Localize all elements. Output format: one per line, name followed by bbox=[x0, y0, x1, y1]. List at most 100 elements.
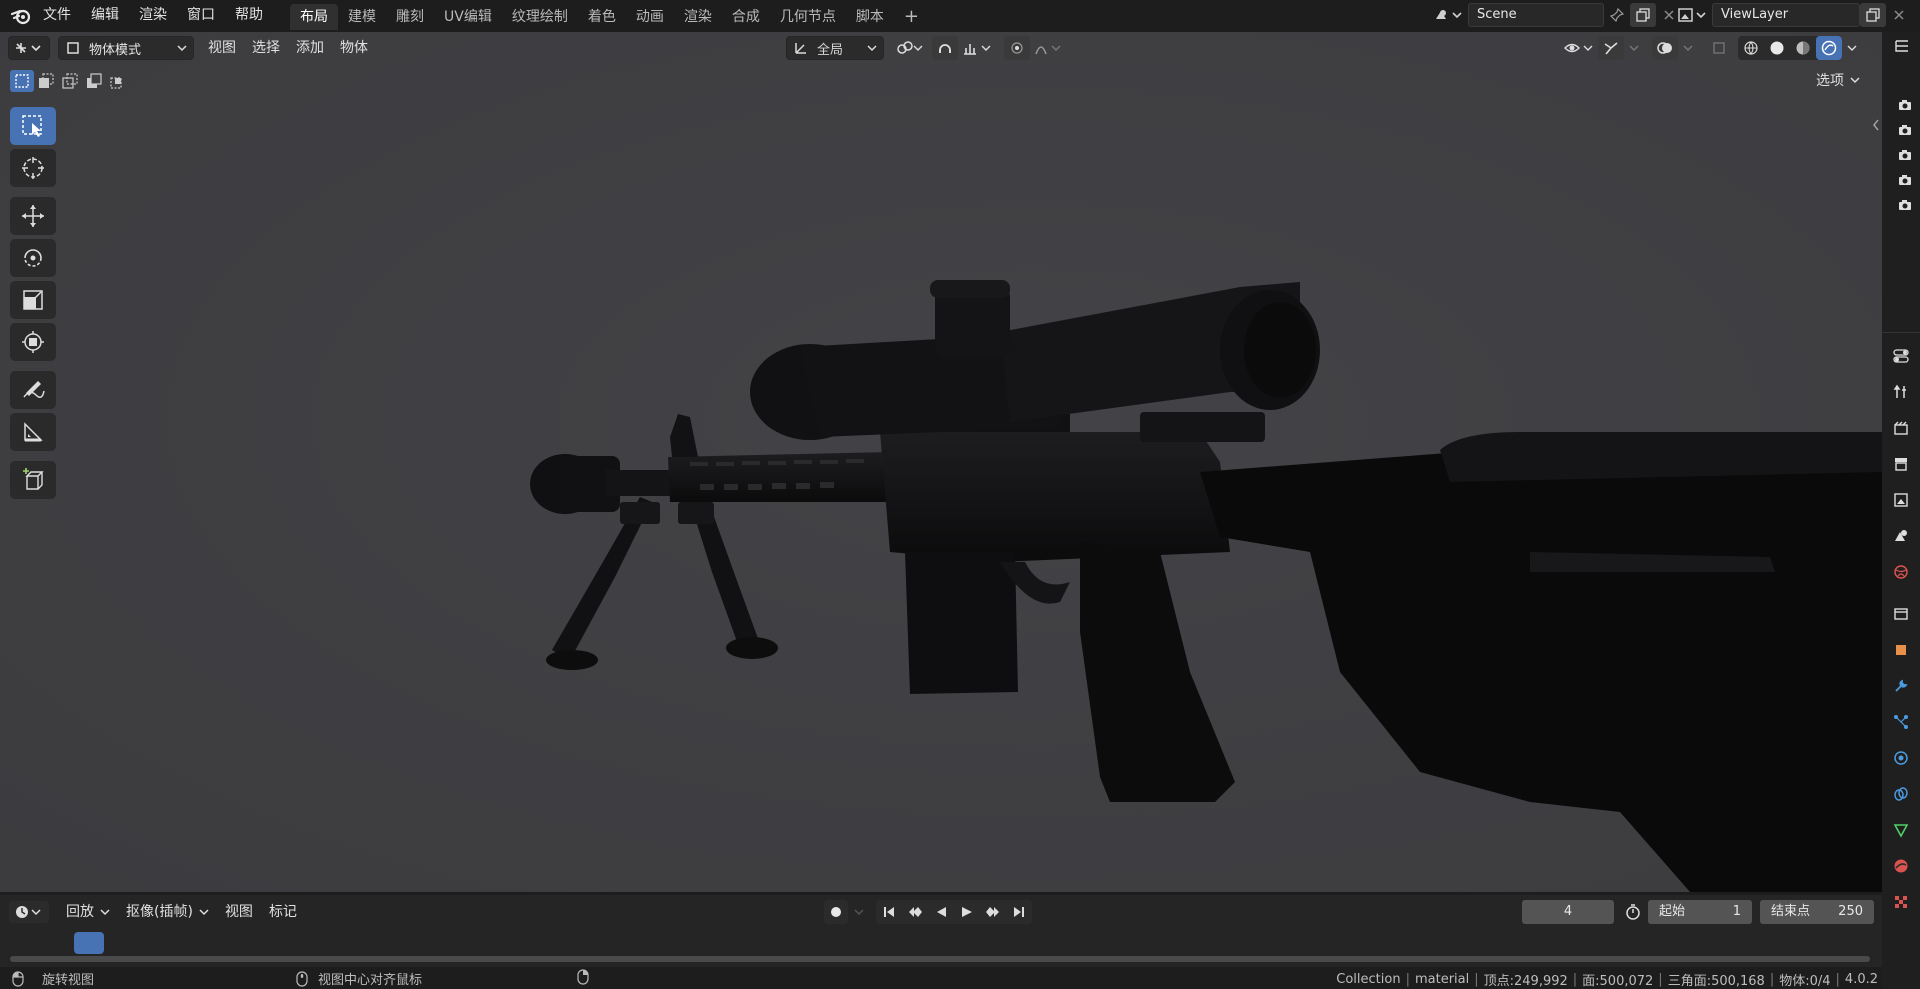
visibility-icon[interactable] bbox=[1560, 36, 1598, 60]
tab-layout[interactable]: 布局 bbox=[290, 4, 338, 30]
frame-ruler[interactable]: 0 4 10 20 30 40 50 60 70 80 90 100 110 1… bbox=[0, 929, 1882, 984]
data-properties-icon[interactable] bbox=[1888, 812, 1914, 848]
add-workspace-icon[interactable]: + bbox=[894, 4, 929, 30]
snap-target-icon[interactable] bbox=[958, 36, 996, 60]
sidebar-expand-icon[interactable] bbox=[1872, 118, 1880, 132]
material-shading-icon[interactable] bbox=[1790, 36, 1816, 60]
material-properties-icon[interactable] bbox=[1888, 848, 1914, 884]
editor-type-button[interactable] bbox=[8, 36, 50, 60]
menu-edit[interactable]: 编辑 bbox=[81, 3, 129, 27]
playhead[interactable] bbox=[74, 932, 104, 954]
playback-menu[interactable]: 回放 bbox=[58, 900, 118, 924]
select-new-icon[interactable] bbox=[10, 70, 34, 92]
transform-tool[interactable] bbox=[10, 323, 56, 361]
select-intersect-icon[interactable] bbox=[106, 70, 130, 92]
tab-texture-paint[interactable]: 纹理绘制 bbox=[502, 4, 578, 30]
menu-add[interactable]: 添加 bbox=[288, 36, 332, 60]
menu-object[interactable]: 物体 bbox=[332, 36, 376, 60]
gizmo-toggle-icon[interactable] bbox=[1598, 36, 1624, 60]
record-dropdown-icon[interactable] bbox=[848, 900, 870, 924]
select-extend-icon[interactable] bbox=[34, 70, 58, 92]
tab-scripting[interactable]: 脚本 bbox=[846, 4, 894, 30]
new-scene-icon[interactable] bbox=[1630, 3, 1656, 27]
tab-compositing[interactable]: 合成 bbox=[722, 4, 770, 30]
modifier-properties-icon[interactable] bbox=[1888, 668, 1914, 704]
select-subtract-icon[interactable] bbox=[58, 70, 82, 92]
move-tool[interactable] bbox=[10, 197, 56, 235]
object-properties-icon[interactable] bbox=[1888, 632, 1914, 668]
shading-dropdown-icon[interactable] bbox=[1842, 36, 1862, 60]
collection-properties-icon[interactable] bbox=[1888, 596, 1914, 632]
select-box-tool[interactable] bbox=[10, 107, 56, 145]
timeline-view-menu[interactable]: 视图 bbox=[217, 900, 261, 924]
jump-end-icon[interactable] bbox=[1006, 900, 1032, 924]
rifle-model[interactable] bbox=[0, 32, 1882, 892]
new-view-layer-icon[interactable] bbox=[1860, 3, 1886, 27]
tab-shading[interactable]: 着色 bbox=[578, 4, 626, 30]
rendered-shading-icon[interactable] bbox=[1816, 36, 1842, 60]
scene-browse-icon[interactable] bbox=[1428, 3, 1468, 27]
menu-render[interactable]: 渲染 bbox=[129, 3, 177, 27]
menu-file[interactable]: 文件 bbox=[33, 3, 81, 27]
3d-viewport[interactable]: 物体模式 视图 选择 添加 物体 全局 选项 bbox=[0, 32, 1882, 892]
camera-icon[interactable] bbox=[1892, 167, 1918, 192]
tool-settings-icon[interactable] bbox=[1888, 374, 1914, 410]
end-frame-field[interactable]: 结束点 250 bbox=[1760, 900, 1874, 924]
physics-properties-icon[interactable] bbox=[1888, 740, 1914, 776]
toggle-icon[interactable] bbox=[1888, 338, 1914, 374]
snap-toggle-icon[interactable] bbox=[932, 36, 958, 60]
rotate-tool[interactable] bbox=[10, 239, 56, 277]
timeline-scrollbar[interactable] bbox=[10, 956, 1870, 962]
world-properties-icon[interactable] bbox=[1888, 554, 1914, 590]
particles-properties-icon[interactable] bbox=[1888, 704, 1914, 740]
tab-rendering[interactable]: 渲染 bbox=[674, 4, 722, 30]
menu-help[interactable]: 帮助 bbox=[225, 3, 273, 27]
scene-properties-icon[interactable] bbox=[1888, 518, 1914, 554]
menu-window[interactable]: 窗口 bbox=[177, 3, 225, 27]
output-properties-icon[interactable] bbox=[1888, 446, 1914, 482]
solid-shading-icon[interactable] bbox=[1764, 36, 1790, 60]
start-frame-field[interactable]: 起始 1 bbox=[1648, 900, 1752, 924]
constraints-properties-icon[interactable] bbox=[1888, 776, 1914, 812]
camera-icon[interactable] bbox=[1892, 192, 1918, 217]
measure-tool[interactable] bbox=[10, 413, 56, 451]
view-layer-properties-icon[interactable] bbox=[1888, 482, 1914, 518]
options-dropdown[interactable]: 选项 bbox=[1812, 68, 1864, 92]
play-icon[interactable] bbox=[954, 900, 980, 924]
blender-logo-icon[interactable] bbox=[10, 5, 32, 27]
keying-menu[interactable]: 抠像(插帧) bbox=[118, 900, 217, 924]
camera-icon[interactable] bbox=[1892, 117, 1918, 142]
record-icon[interactable] bbox=[824, 900, 848, 924]
falloff-icon[interactable] bbox=[1030, 36, 1066, 60]
scene-name-field[interactable]: Scene bbox=[1468, 3, 1604, 27]
cursor-tool[interactable] bbox=[10, 149, 56, 187]
texture-properties-icon[interactable] bbox=[1888, 884, 1914, 920]
menu-select[interactable]: 选择 bbox=[244, 36, 288, 60]
marker-menu[interactable]: 标记 bbox=[261, 900, 305, 924]
pin-icon[interactable] bbox=[1604, 3, 1630, 27]
tab-animation[interactable]: 动画 bbox=[626, 4, 674, 30]
scale-tool[interactable] bbox=[10, 281, 56, 319]
tab-geometry-nodes[interactable]: 几何节点 bbox=[770, 4, 846, 30]
outliner-icon[interactable] bbox=[1894, 38, 1910, 54]
mode-dropdown[interactable]: 物体模式 bbox=[58, 36, 194, 60]
jump-start-icon[interactable] bbox=[876, 900, 902, 924]
camera-icon[interactable] bbox=[1892, 92, 1918, 117]
view-layer-field[interactable]: ViewLayer bbox=[1712, 3, 1860, 27]
wireframe-shading-icon[interactable] bbox=[1738, 36, 1764, 60]
menu-view[interactable]: 视图 bbox=[200, 36, 244, 60]
tab-uv-editing[interactable]: UV编辑 bbox=[434, 4, 502, 30]
pivot-point-icon[interactable] bbox=[892, 36, 928, 60]
overlays-toggle-icon[interactable] bbox=[1652, 36, 1678, 60]
delete-view-layer-icon[interactable] bbox=[1886, 3, 1912, 27]
camera-icon[interactable] bbox=[1892, 142, 1918, 167]
annotate-tool[interactable] bbox=[10, 371, 56, 409]
current-frame-field[interactable]: 4 bbox=[1522, 900, 1614, 924]
proportional-edit-icon[interactable] bbox=[1004, 36, 1030, 60]
select-difference-icon[interactable] bbox=[82, 70, 106, 92]
play-reverse-icon[interactable] bbox=[928, 900, 954, 924]
transform-orientation-dropdown[interactable]: 全局 bbox=[786, 36, 884, 60]
stopwatch-icon[interactable] bbox=[1620, 900, 1646, 924]
add-cube-tool[interactable] bbox=[10, 461, 56, 499]
gizmo-dropdown-icon[interactable] bbox=[1624, 36, 1644, 60]
